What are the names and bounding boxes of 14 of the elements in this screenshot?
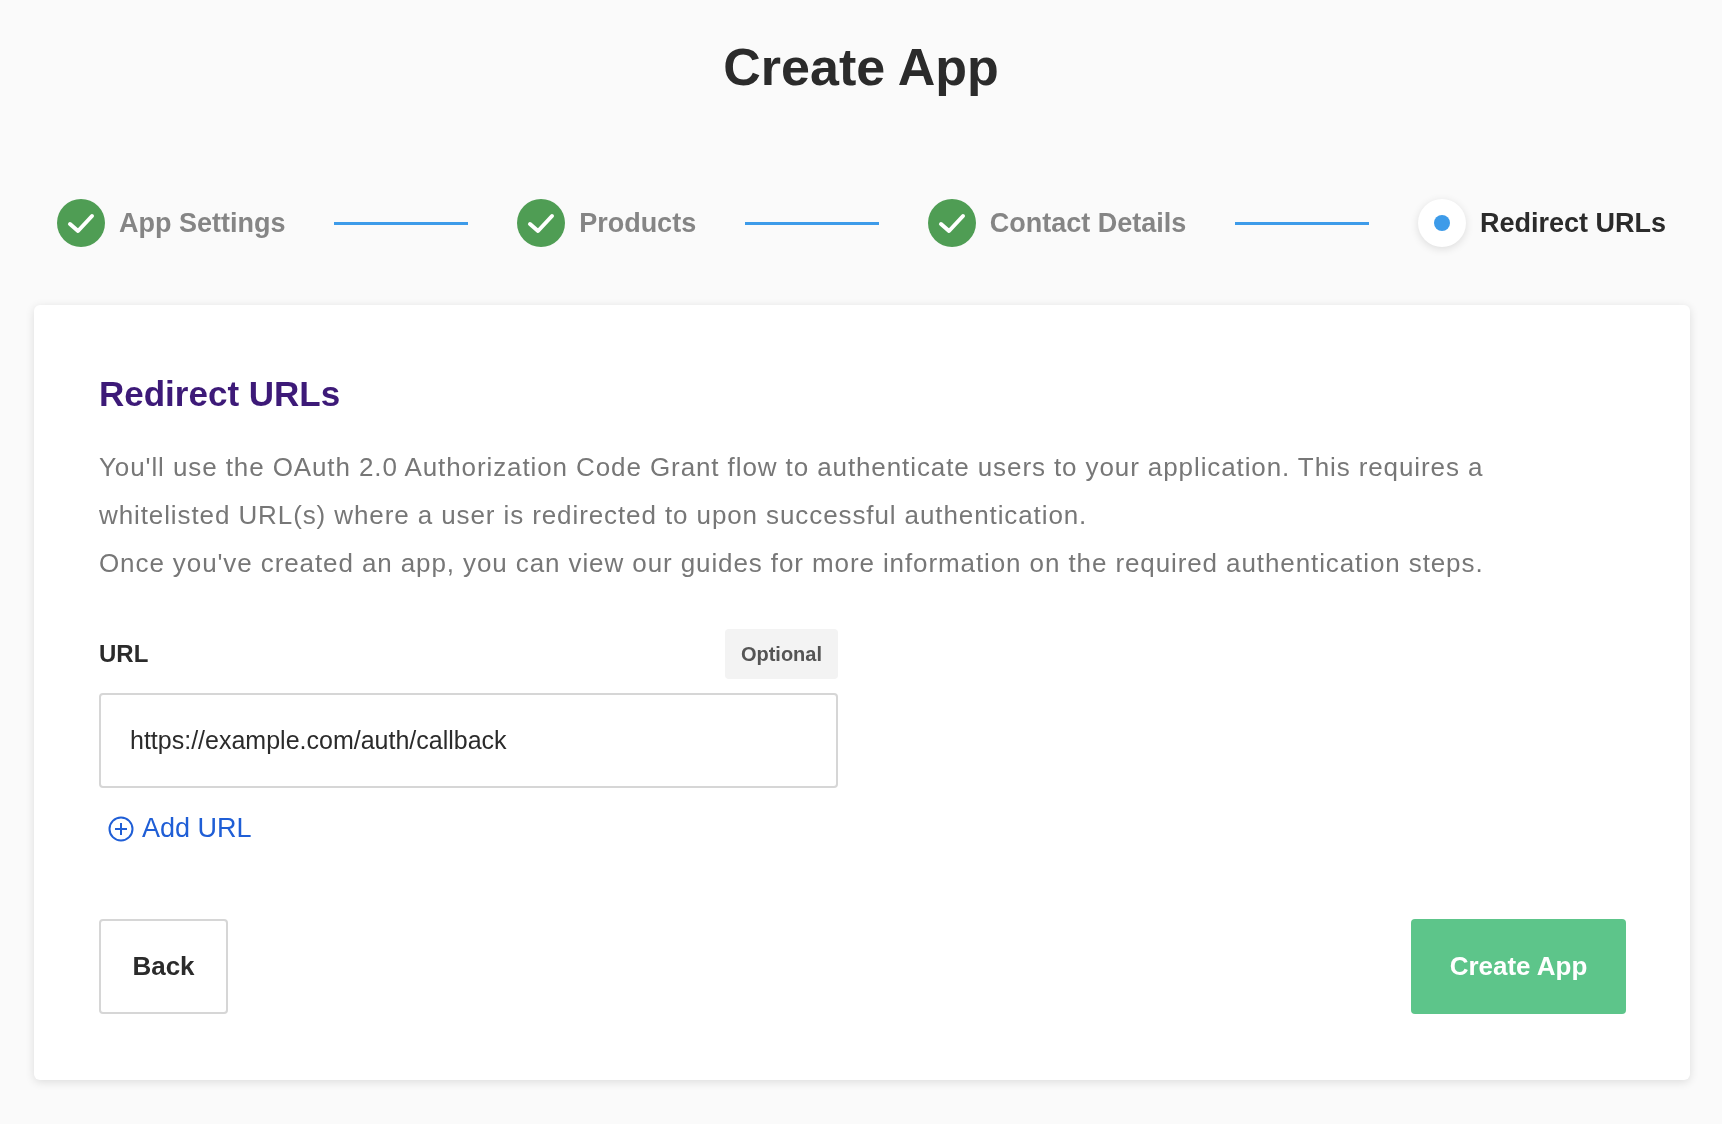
step-label: Contact Details: [989, 207, 1187, 241]
back-button[interactable]: Back: [99, 918, 228, 1014]
url-input-field[interactable]: https://example.com/auth/callback: [99, 693, 838, 789]
step-label: Products: [579, 207, 697, 241]
description-text: Once you've created an app, you can view our guides for more information on the required authentication steps.: [99, 547, 1485, 581]
step-label: App Settings: [119, 207, 286, 241]
step-label: Redirect URLs: [1479, 207, 1666, 241]
optional-tag: Optional: [724, 629, 838, 680]
field-label: URL: [99, 639, 149, 670]
page-title: Create App: [722, 37, 1000, 98]
description-text: You'll use the OAuth 2.0 Authorization Code Grant flow to authenticate users to your application. This requires a whitelisted URL(s) where a user is redirected to upon successful authentication.: [99, 451, 1485, 533]
add-url-link[interactable]: Add URL: [108, 808, 252, 849]
section-heading: Redirect URLs: [99, 373, 342, 416]
add-icon: [108, 815, 134, 842]
